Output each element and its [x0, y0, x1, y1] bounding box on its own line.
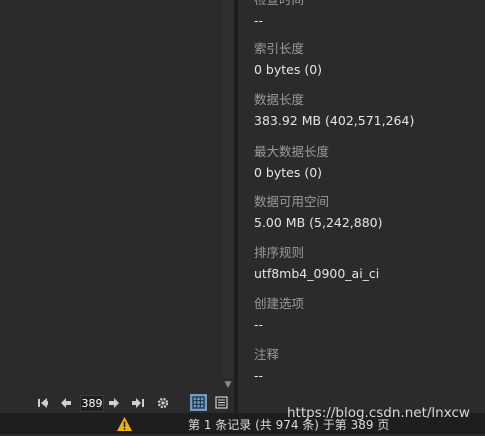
info-field-data-length: 数据长度 383.92 MB (402,571,264): [254, 92, 414, 129]
info-label: 索引长度: [254, 41, 305, 56]
pagination-toolbar: 389: [0, 391, 234, 413]
scroll-down-arrow-icon[interactable]: ▼: [222, 379, 234, 391]
info-field-index-length: 索引长度 0 bytes (0): [254, 41, 322, 78]
watermark-text: https://blog.csdn.net/lnxcw: [287, 405, 470, 421]
prev-page-icon[interactable]: [58, 395, 74, 409]
info-field-create-options: 创建选项 --: [254, 296, 304, 333]
records-pane: [0, 0, 222, 391]
info-label: 最大数据长度: [254, 144, 330, 159]
info-label: 注释: [254, 347, 280, 362]
info-value: 5.00 MB (5,242,880): [254, 215, 383, 230]
info-value: --: [254, 368, 264, 383]
page-number-input[interactable]: 389: [80, 395, 104, 412]
info-field-check-time: 检查时间 --: [254, 0, 304, 29]
vertical-scrollbar[interactable]: ▼: [222, 0, 234, 391]
info-field-data-free: 数据可用空间 5.00 MB (5,242,880): [254, 194, 383, 231]
info-label: 数据可用空间: [254, 194, 330, 209]
info-value: --: [254, 317, 264, 332]
object-info-pane: 检查时间 -- 索引长度 0 bytes (0) 数据长度 383.92 MB …: [238, 0, 485, 413]
form-view-icon[interactable]: [213, 394, 230, 411]
info-label: 数据长度: [254, 92, 305, 107]
first-page-icon[interactable]: [35, 395, 51, 409]
info-value: 383.92 MB (402,571,264): [254, 113, 415, 128]
scrollbar-track[interactable]: [222, 0, 234, 378]
next-page-icon[interactable]: [106, 395, 122, 409]
info-label: 排序规则: [254, 245, 305, 260]
grid-view-icon[interactable]: [190, 394, 207, 411]
last-page-icon[interactable]: [131, 395, 147, 409]
info-field-collation: 排序规则 utf8mb4_0900_ai_ci: [254, 245, 379, 282]
info-field-max-data-length: 最大数据长度 0 bytes (0): [254, 144, 329, 181]
info-value: 0 bytes (0): [254, 165, 323, 180]
info-value: 0 bytes (0): [254, 62, 323, 77]
info-label: 检查时间: [254, 0, 304, 8]
info-value: --: [254, 13, 264, 28]
warning-icon[interactable]: [116, 416, 133, 432]
info-value: utf8mb4_0900_ai_ci: [254, 266, 380, 281]
info-field-comment: 注释 --: [254, 347, 279, 384]
gear-icon[interactable]: [155, 395, 171, 409]
info-label: 创建选项: [254, 296, 305, 311]
